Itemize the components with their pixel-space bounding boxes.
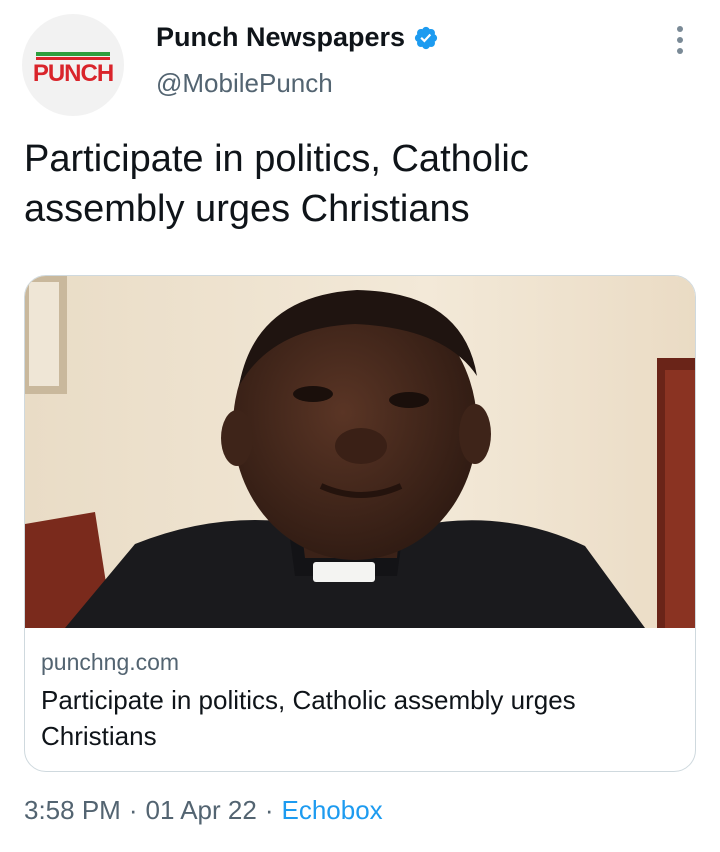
card-meta[interactable]: punchng.com Participate in politics, Cat… <box>41 646 681 754</box>
more-options-icon[interactable] <box>676 26 684 54</box>
separator: · <box>128 795 138 825</box>
author-name[interactable]: Punch Newspapers <box>156 22 405 53</box>
tweet-time[interactable]: 3:58 PM <box>24 795 121 826</box>
logo-stripe-green <box>36 52 110 56</box>
avatar[interactable]: PUNCH <box>22 14 124 116</box>
tweet-text: Participate in politics, Catholic assemb… <box>24 138 529 230</box>
more-dot <box>677 37 683 43</box>
link-card[interactable]: punchng.com Participate in politics, Cat… <box>24 275 696 772</box>
author-name-row[interactable]: Punch Newspapers <box>156 22 439 53</box>
more-dot <box>677 26 683 32</box>
card-photo <box>25 276 695 628</box>
tweet-footer: 3:58 PM · 01 Apr 22 · Echobox <box>24 795 383 826</box>
avatar-logo-text: PUNCH <box>32 60 114 87</box>
card-image[interactable] <box>25 276 695 628</box>
card-domain: punchng.com <box>41 649 180 675</box>
tweet-source-link[interactable]: Echobox <box>281 795 382 826</box>
separator: · <box>264 795 274 825</box>
author-handle[interactable]: @MobilePunch <box>156 68 333 99</box>
more-dot <box>677 48 683 54</box>
tweet-date[interactable]: 01 Apr 22 <box>146 795 257 826</box>
verified-badge-icon <box>414 26 438 49</box>
card-title: Participate in politics, Catholic assemb… <box>41 685 576 751</box>
